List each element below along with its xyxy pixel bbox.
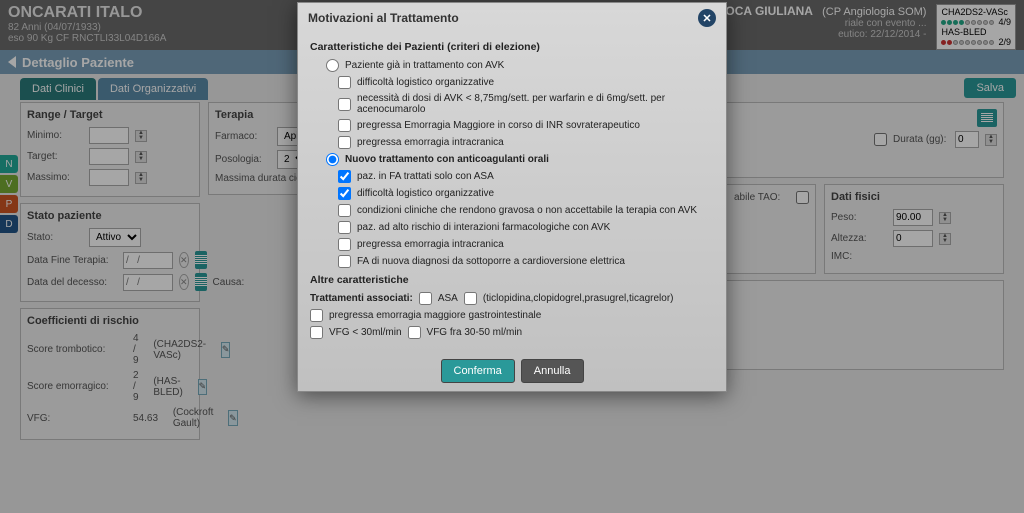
modal-title: Motivazioni al Trattamento	[308, 11, 459, 25]
modal-motivazioni: Motivazioni al Trattamento ✕ Caratterist…	[297, 2, 727, 392]
check-c1[interactable]	[338, 76, 351, 89]
radio-nuovo[interactable]	[326, 153, 339, 166]
check-c10[interactable]	[338, 255, 351, 268]
check-c6[interactable]	[338, 187, 351, 200]
cancel-button[interactable]: Annulla	[521, 359, 584, 383]
check-c13[interactable]	[408, 326, 421, 339]
check-c7[interactable]	[338, 204, 351, 217]
check-c12[interactable]	[310, 326, 323, 339]
radio-avk[interactable]	[326, 59, 339, 72]
check-a2[interactable]	[464, 292, 477, 305]
close-icon[interactable]: ✕	[698, 9, 716, 27]
check-c8[interactable]	[338, 221, 351, 234]
confirm-button[interactable]: Conferma	[441, 359, 515, 383]
check-c5[interactable]	[338, 170, 351, 183]
check-c9[interactable]	[338, 238, 351, 251]
check-c11[interactable]	[310, 309, 323, 322]
check-c4[interactable]	[338, 136, 351, 149]
check-c2[interactable]	[338, 98, 351, 111]
check-c3[interactable]	[338, 119, 351, 132]
modal-overlay: Motivazioni al Trattamento ✕ Caratterist…	[0, 0, 1024, 513]
check-asa[interactable]	[419, 292, 432, 305]
